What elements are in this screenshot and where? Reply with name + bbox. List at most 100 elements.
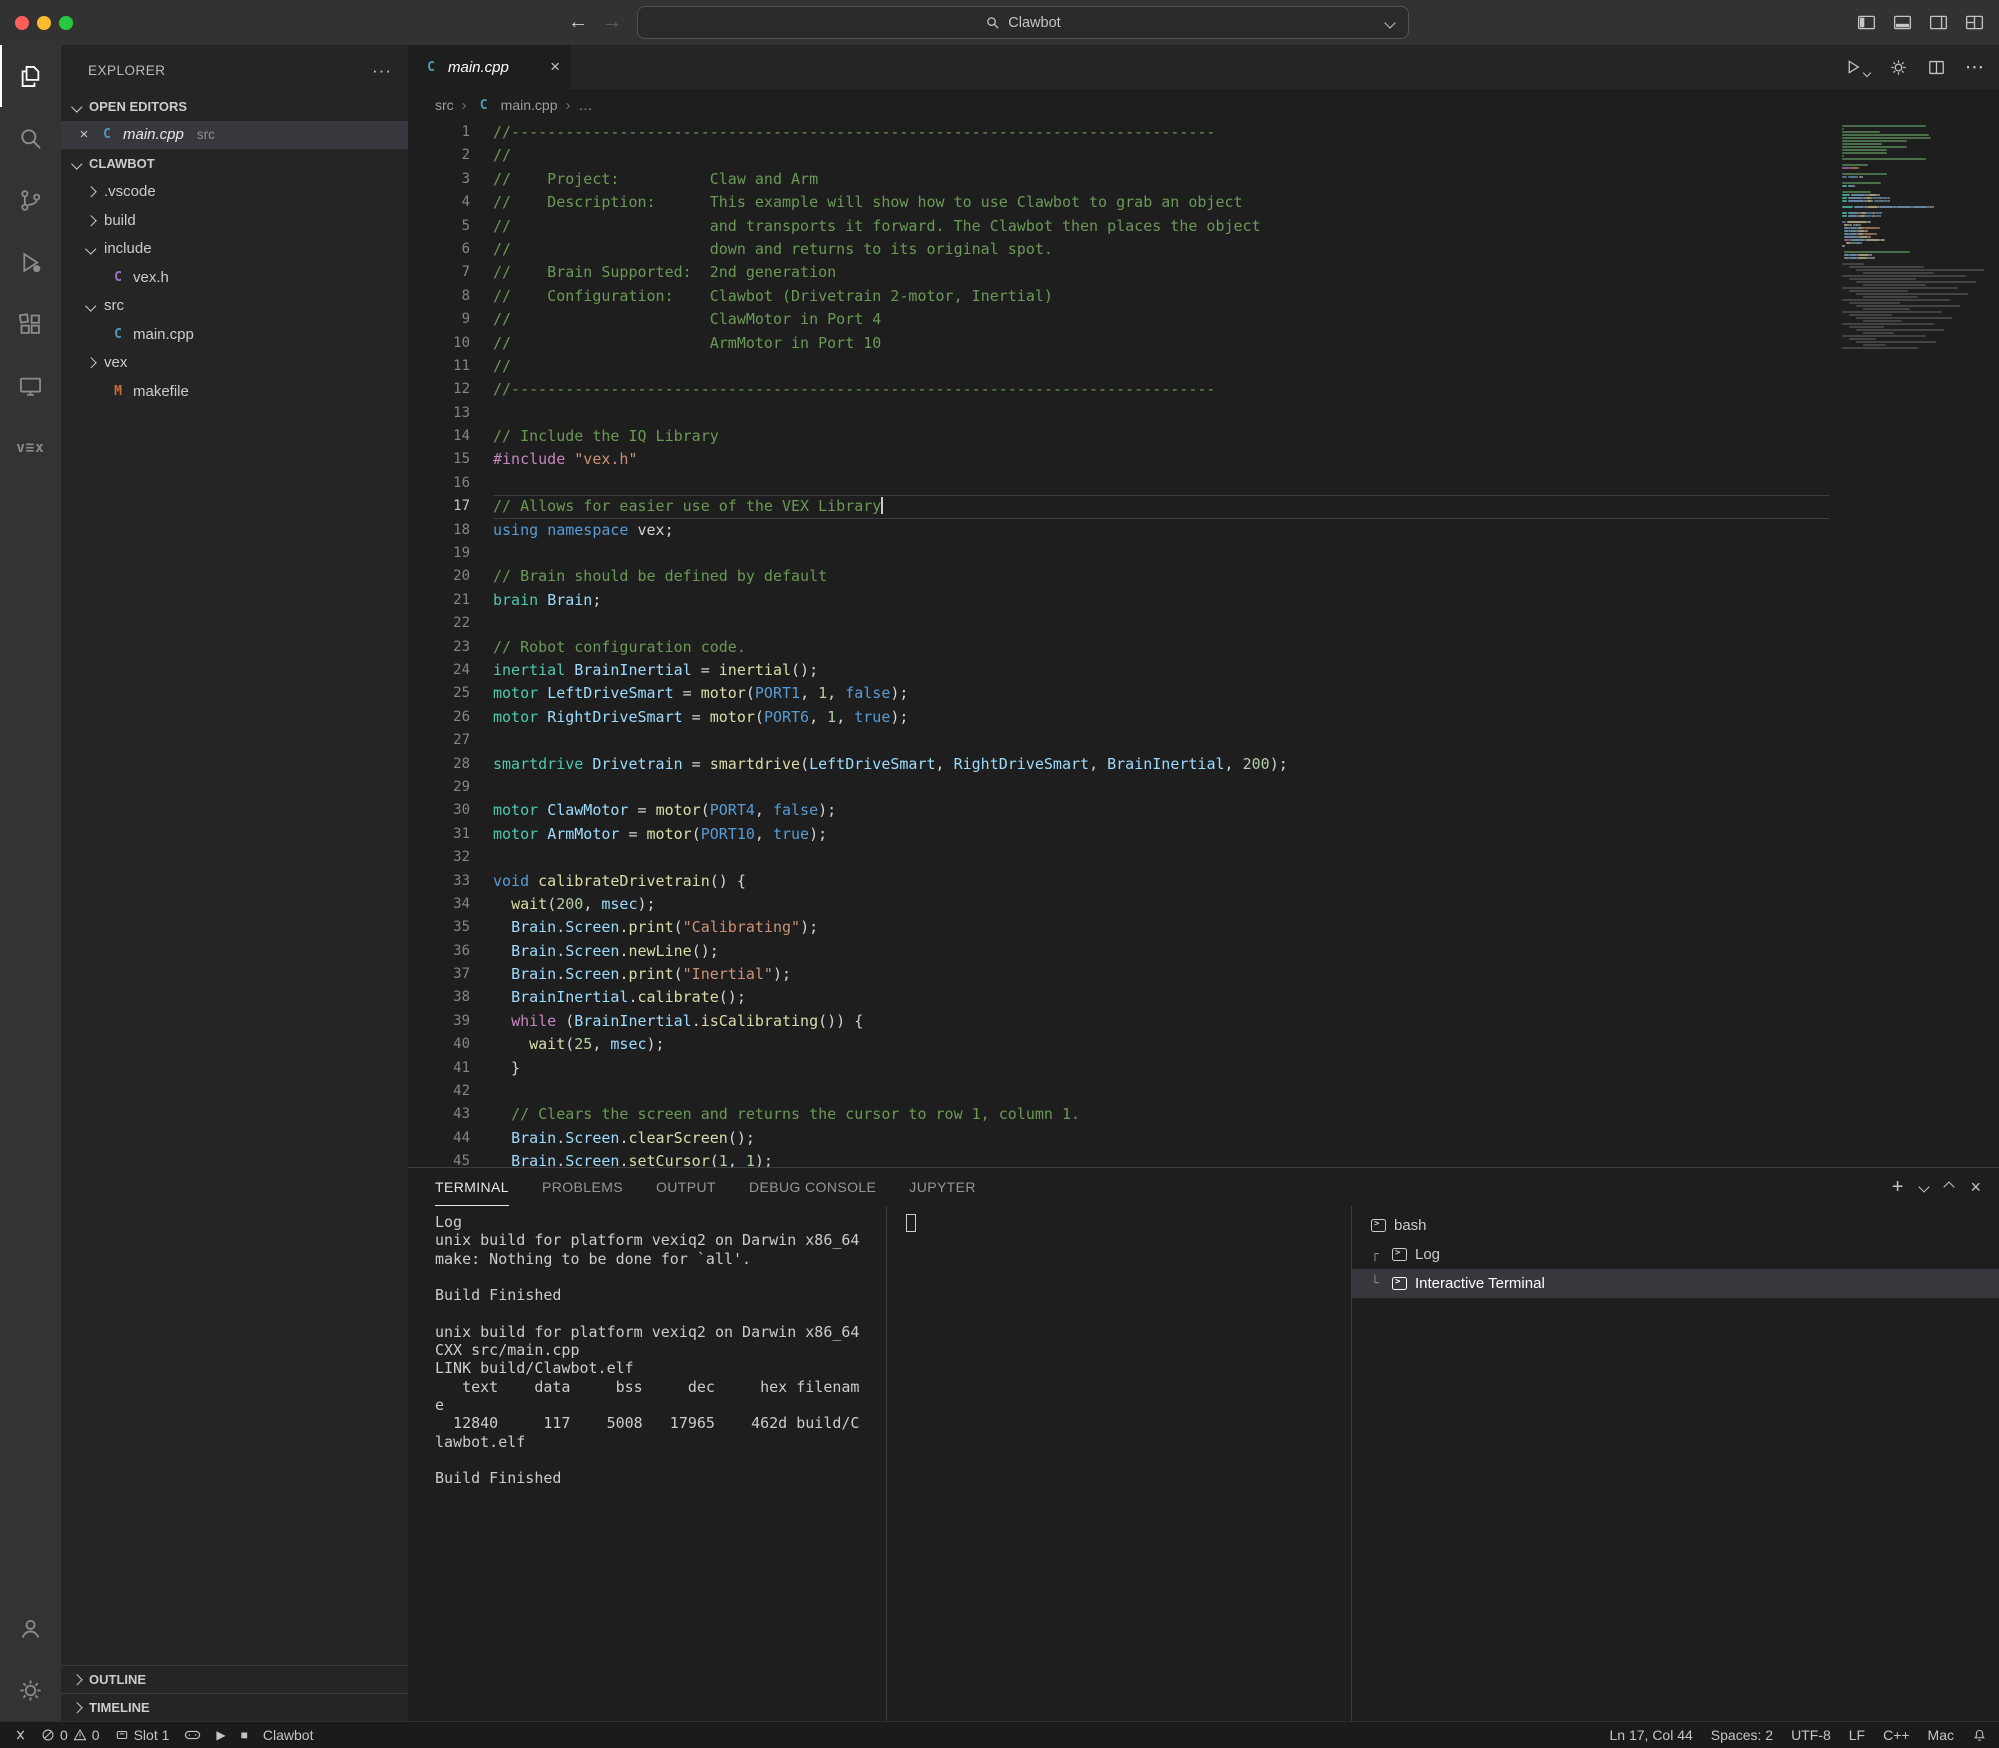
breadcrumb-item[interactable]: … — [578, 97, 592, 113]
code-editor[interactable]: 1 //-------------------------------------… — [408, 121, 1999, 1167]
panel-tab-problems[interactable]: PROBLEMS — [542, 1168, 623, 1206]
code-line[interactable]: 15 #include "vex.h" — [408, 448, 1829, 471]
code-line[interactable]: 23 // Robot configuration code. — [408, 636, 1829, 659]
code-line[interactable]: 32 — [408, 846, 1829, 869]
terminal-dropdown-icon[interactable] — [1918, 1181, 1931, 1193]
new-terminal-button[interactable]: + — [1892, 1177, 1904, 1197]
indentation-status[interactable]: Spaces: 2 — [1711, 1727, 1773, 1743]
code-line[interactable]: 12 //------------------------------------… — [408, 378, 1829, 401]
open-editors-header[interactable]: OPEN EDITORS — [61, 92, 408, 121]
gear-icon[interactable] — [1889, 58, 1908, 77]
workspace-folder-header[interactable]: CLAWBOT — [61, 149, 408, 178]
activity-search[interactable] — [0, 107, 61, 169]
close-tab-icon[interactable]: × — [550, 57, 560, 77]
stop-project-button[interactable]: ■ — [241, 1728, 248, 1742]
vex-controller-button[interactable] — [184, 1728, 201, 1742]
code-line[interactable]: 35 Brain.Screen.print("Calibrating"); — [408, 916, 1829, 939]
tree-item-makefile[interactable]: Mmakefile — [61, 377, 408, 406]
tree-item-include[interactable]: include — [61, 235, 408, 264]
tree-item--vscode[interactable]: .vscode — [61, 178, 408, 207]
zoom-window-button[interactable] — [59, 15, 73, 30]
code-line[interactable]: 44 Brain.Screen.clearScreen(); — [408, 1127, 1829, 1150]
encoding-status[interactable]: UTF-8 — [1791, 1727, 1831, 1743]
toggle-panel-icon[interactable] — [1892, 12, 1913, 33]
code-line[interactable]: 37 Brain.Screen.print("Inertial"); — [408, 963, 1829, 986]
code-line[interactable]: 29 — [408, 776, 1829, 799]
command-center[interactable]: Clawbot — [637, 6, 1409, 39]
code-line[interactable]: 26 motor RightDriveSmart = motor(PORT6, 1… — [408, 706, 1829, 729]
problems-status[interactable]: 0 0 — [41, 1727, 100, 1743]
activity-run-debug[interactable] — [0, 231, 61, 293]
terminal-output-pane[interactable]: Log unix build for platform vexiq2 on Dar… — [408, 1206, 886, 1721]
code-line[interactable]: 28 smartdrive Drivetrain = smartdrive(Lef… — [408, 753, 1829, 776]
code-line[interactable]: 6 // down and returns to its original spo… — [408, 238, 1829, 261]
customize-layout-icon[interactable] — [1964, 12, 1985, 33]
code-line[interactable]: 8 // Configuration: Clawbot (Drivetrain 2… — [408, 285, 1829, 308]
terminal-list-item-bash[interactable]: bash — [1352, 1211, 1999, 1240]
code-line[interactable]: 36 Brain.Screen.newLine(); — [408, 940, 1829, 963]
open-editor-item[interactable]: × Cmain.cpp src — [61, 120, 408, 149]
tree-item-vex-h[interactable]: Cvex.h — [61, 263, 408, 292]
code-line[interactable]: 2 // — [408, 144, 1829, 167]
code-line[interactable]: 27 — [408, 729, 1829, 752]
activity-source-control[interactable] — [0, 169, 61, 231]
code-line[interactable]: 19 — [408, 542, 1829, 565]
terminal-list-item-log[interactable]: ┌ Log — [1352, 1240, 1999, 1269]
remote-indicator[interactable] — [12, 1728, 26, 1742]
split-editor-icon[interactable] — [1927, 58, 1946, 77]
run-project-button[interactable]: ▶ — [216, 1728, 225, 1742]
panel-tab-terminal[interactable]: TERMINAL — [435, 1168, 509, 1206]
code-line[interactable]: 4 // Description: This example will show … — [408, 191, 1829, 214]
code-line[interactable]: 34 wait(200, msec); — [408, 893, 1829, 916]
minimap[interactable] — [1839, 125, 1991, 1167]
close-panel-icon[interactable]: × — [1970, 1177, 1981, 1198]
activity-account[interactable] — [0, 1597, 61, 1659]
code-line[interactable]: 40 wait(25, msec); — [408, 1033, 1829, 1056]
code-line[interactable]: 5 // and transports it forward. The Clawb… — [408, 215, 1829, 238]
code-line[interactable]: 20 // Brain should be defined by default — [408, 565, 1829, 588]
breadcrumb[interactable]: src › Cmain.cpp ›… — [408, 89, 1999, 121]
activity-settings[interactable] — [0, 1659, 61, 1721]
panel-tab-output[interactable]: OUTPUT — [656, 1168, 716, 1206]
code-line[interactable]: 7 // Brain Supported: 2nd generation — [408, 261, 1829, 284]
tree-item-main-cpp[interactable]: Cmain.cpp — [61, 320, 408, 349]
code-line[interactable]: 9 // ClawMotor in Port 4 — [408, 308, 1829, 331]
panel-tab-jupyter[interactable]: JUPYTER — [909, 1168, 976, 1206]
breadcrumb-item[interactable]: src — [435, 97, 454, 113]
more-actions-icon[interactable]: ··· — [372, 61, 392, 81]
run-cpp-file-button[interactable] — [1844, 58, 1872, 78]
code-line[interactable]: 43 // Clears the screen and returns the … — [408, 1103, 1829, 1126]
close-editor-icon[interactable]: × — [77, 126, 91, 143]
code-line[interactable]: 31 motor ArmMotor = motor(PORT10, true); — [408, 823, 1829, 846]
code-line[interactable]: 45 Brain.Screen.setCursor(1, 1); — [408, 1150, 1829, 1167]
toggle-secondary-sidebar-icon[interactable] — [1928, 12, 1949, 33]
tree-item-build[interactable]: build — [61, 206, 408, 235]
maximize-panel-icon[interactable] — [1943, 1181, 1956, 1193]
outline-section-header[interactable]: OUTLINE — [61, 1665, 408, 1693]
nav-back-icon[interactable]: ← — [568, 11, 588, 34]
minimize-window-button[interactable] — [37, 15, 51, 30]
code-line[interactable]: 13 — [408, 402, 1829, 425]
project-name[interactable]: Clawbot — [263, 1727, 314, 1743]
activity-remote-explorer[interactable] — [0, 355, 61, 417]
notifications-bell[interactable] — [1972, 1728, 1987, 1743]
activity-vex[interactable]: v≡x — [0, 417, 61, 479]
panel-tab-debug-console[interactable]: DEBUG CONSOLE — [749, 1168, 876, 1206]
code-line[interactable]: 16 — [408, 472, 1829, 495]
tab-main-cpp[interactable]: C main.cpp × — [408, 45, 570, 89]
code-line[interactable]: 14 // Include the IQ Library — [408, 425, 1829, 448]
terminal-list-item-interactive-terminal[interactable]: └ Interactive Terminal — [1352, 1269, 1999, 1298]
timeline-section-header[interactable]: TIMELINE — [61, 1693, 408, 1721]
toggle-primary-sidebar-icon[interactable] — [1856, 12, 1877, 33]
code-line[interactable]: 38 BrainInertial.calibrate(); — [408, 986, 1829, 1009]
breadcrumb-item[interactable]: main.cpp — [501, 97, 558, 113]
code-line[interactable]: 30 motor ClawMotor = motor(PORT4, false); — [408, 799, 1829, 822]
tree-item-vex[interactable]: vex — [61, 349, 408, 378]
code-line[interactable]: 21 brain Brain; — [408, 589, 1829, 612]
eol-status[interactable]: LF — [1849, 1727, 1865, 1743]
keymap-status[interactable]: Mac — [1928, 1727, 1954, 1743]
code-line[interactable]: 10 // ArmMotor in Port 10 — [408, 332, 1829, 355]
code-line[interactable]: 33 void calibrateDrivetrain() { — [408, 870, 1829, 893]
interactive-terminal-pane[interactable] — [886, 1206, 1351, 1721]
cursor-position[interactable]: Ln 17, Col 44 — [1610, 1727, 1693, 1743]
